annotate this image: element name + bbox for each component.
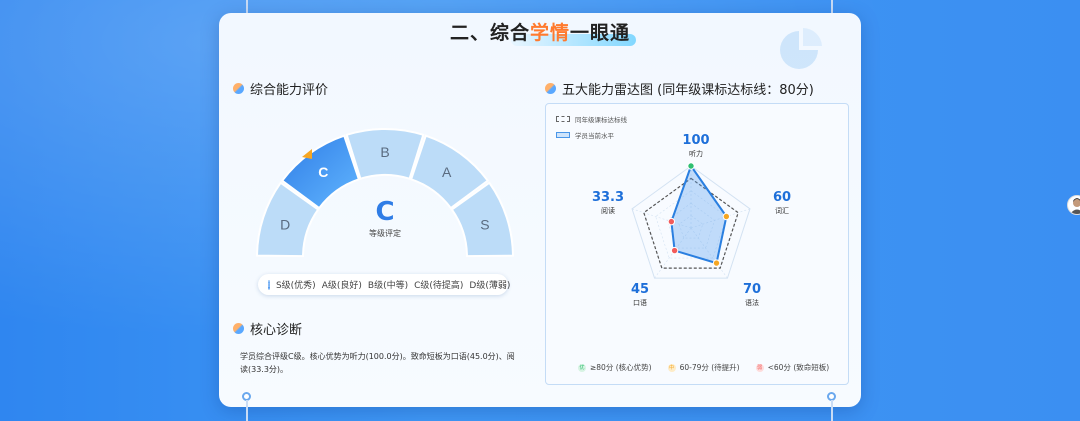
grade-display: C 等级评定: [335, 198, 435, 239]
score-label: 语法: [745, 299, 759, 307]
band-medium: 中 60-79分 (待提升): [667, 362, 740, 373]
section-bullet-icon: [545, 83, 556, 94]
section-title-text: 五大能力雷达图 (同年级课标达标线：80分): [562, 83, 814, 98]
band-dot-icon: 弱: [755, 363, 764, 372]
score-reading: 33.3 阅读: [588, 190, 628, 216]
legend-item: A级(良好): [321, 281, 362, 291]
page-title: 二、综合学情一眼通: [219, 18, 861, 45]
pin-line: [831, 400, 833, 421]
legend-item: D级(薄弱): [469, 281, 511, 291]
section-title-diagnosis: 核心诊断: [233, 319, 302, 338]
band-weak: 弱 <60分 (致命短板): [755, 362, 830, 373]
info-icon: i: [268, 279, 270, 290]
band-dot-icon: 中: [667, 363, 676, 372]
section-bullet-icon: [233, 83, 244, 94]
legend-item: B级(中等): [367, 281, 409, 291]
gauge-segment-label: B: [380, 144, 389, 160]
band-label: <60分 (致命短板): [767, 363, 830, 372]
radar-point: [722, 212, 731, 221]
legend-item: C级(待提高): [414, 281, 464, 291]
grade-value: C: [375, 197, 395, 227]
band-label: 60-79分 (待提升): [679, 363, 740, 372]
score-band-legend: 优 ≥80分 (核心优势) 中 60-79分 (待提升) 弱 <60分 (致命短…: [578, 362, 829, 373]
score-listening: 100 听力: [678, 133, 714, 159]
score-label: 听力: [689, 150, 703, 158]
gauge-segment-label: C: [318, 164, 328, 180]
section-title-text: 核心诊断: [250, 323, 303, 338]
user-avatar[interactable]: [1067, 195, 1080, 215]
score-value: 45: [630, 282, 650, 297]
gauge-segment-label: D: [280, 217, 290, 233]
grade-gauge: D C B A S: [255, 128, 515, 258]
avatar-icon: [1070, 198, 1080, 214]
radar-point: [687, 162, 695, 170]
grade-label: 等级评定: [369, 229, 401, 238]
gauge-segment-label: A: [442, 164, 452, 180]
pin-line: [246, 400, 248, 421]
radar-point: [667, 217, 676, 226]
score-grammar: 70 语法: [734, 282, 770, 308]
band-strong: 优 ≥80分 (核心优势): [578, 362, 652, 373]
grade-legend: i S级(优秀) A级(良好) B级(中等) C级(待提高) D级(薄弱): [258, 274, 511, 295]
section-bullet-icon: [233, 323, 244, 334]
radar-point: [670, 246, 679, 255]
radar-current-area: [670, 165, 728, 265]
gauge-segment-label: S: [480, 217, 489, 233]
title-part2: 一眼通: [570, 22, 631, 44]
title-highlight: 学情: [529, 22, 570, 44]
score-value: 33.3: [591, 190, 625, 205]
score-label: 阅读: [601, 207, 615, 215]
score-speaking: 45 口语: [622, 282, 658, 308]
band-label: ≥80分 (核心优势): [590, 363, 652, 372]
score-vocabulary: 60 词汇: [764, 190, 800, 216]
section-title-text: 综合能力评价: [250, 83, 329, 98]
score-value: 100: [682, 133, 710, 148]
radar-point: [712, 259, 721, 267]
section-title-overall: 综合能力评价: [233, 79, 328, 98]
score-label: 口语: [633, 299, 647, 307]
band-dot-icon: 优: [578, 363, 586, 372]
score-value: 60: [772, 190, 792, 205]
score-label: 词汇: [775, 207, 789, 215]
title-part1: 二、综合: [449, 22, 530, 44]
legend-item: S级(优秀): [275, 281, 316, 291]
section-title-radar: 五大能力雷达图 (同年级课标达标线：80分): [545, 79, 814, 98]
score-value: 70: [742, 282, 762, 297]
diagnosis-text: 学员综合评级C级。核心优势为听力(100.0分)。致命短板为口语(45.0分)、…: [240, 352, 515, 374]
